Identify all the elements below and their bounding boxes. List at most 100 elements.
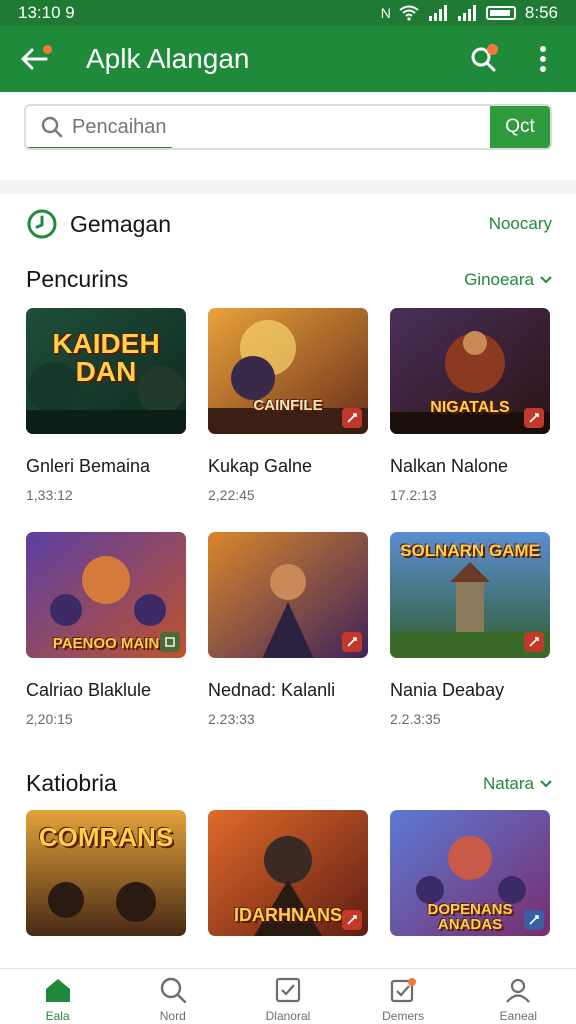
game-tag-badge: [524, 408, 544, 428]
game-tag-badge: [524, 632, 544, 652]
nfc-icon: N: [380, 5, 391, 21]
game-grid-row1: KAIDEH DAN Gnleri Bemaina 1,33:12 CAINFI…: [26, 308, 576, 503]
game-card[interactable]: Nednad: Kalanli 2.23:33: [208, 532, 368, 727]
content-card: Gemagan Noocary Pencurins Ginoeara KAIDE…: [0, 194, 576, 968]
nav-item-home[interactable]: Eala: [18, 977, 98, 1023]
game-tag-badge: [160, 632, 180, 652]
game-name: Calriao Blaklule: [26, 680, 152, 700]
search-input[interactable]: [72, 115, 490, 139]
signal-icon-2: [457, 5, 476, 21]
search-icon: [160, 977, 186, 1003]
map-icon: [165, 637, 175, 647]
more-menu-button[interactable]: [526, 42, 560, 76]
nav-label: Nord: [159, 1009, 186, 1023]
section-link[interactable]: Ginoeara: [464, 270, 552, 290]
game-card[interactable]: PAENOO MAIN Calriao Blaklule 2,20:15: [26, 532, 186, 727]
status-bar: 13:10 9 N 8:56: [0, 0, 576, 26]
game-name: Gnleri Bemaina: [26, 456, 151, 476]
game-thumbnail: PAENOO MAIN: [26, 532, 186, 658]
clock-icon: [27, 209, 57, 239]
app-title: Aplk Alangan: [86, 43, 250, 74]
game-name: Nalkan Nalone: [390, 456, 509, 476]
game-card[interactable]: COMRANS: [26, 810, 186, 936]
game-card[interactable]: NIGATALS Nalkan Nalone 17.2:13: [390, 308, 550, 503]
game-art-title: NIGATALS: [430, 399, 510, 416]
game-thumbnail: CAINFILE: [208, 308, 368, 434]
search-focus-underline: [26, 147, 172, 148]
section-link[interactable]: Natara: [483, 774, 552, 794]
search-badge: [487, 44, 498, 55]
signal-icon: [428, 5, 447, 21]
game-name: Nednad: Kalanli: [208, 680, 336, 700]
sword-icon: [529, 413, 539, 423]
nav-item-tasks[interactable]: Demers: [363, 977, 443, 1023]
game-thumbnail: KAIDEH DAN: [26, 308, 186, 434]
home-icon: [45, 979, 70, 1002]
game-name: Kukap Galne: [208, 456, 313, 476]
game-art-title: IDARHNANS: [234, 905, 342, 925]
back-button[interactable]: [16, 41, 52, 77]
game-art-title: PAENOO MAIN: [52, 635, 160, 652]
nav-item-search[interactable]: Nord: [133, 977, 213, 1023]
header-link[interactable]: Noocary: [489, 214, 552, 234]
game-art-title: KAIDEH DAN: [52, 328, 160, 387]
game-grid-row2: PAENOO MAIN Calriao Blaklule 2,20:15 Ned…: [26, 532, 576, 727]
search-box: Qct: [24, 104, 552, 150]
game-tag-badge: [342, 910, 362, 930]
game-thumbnail: COMRANS: [26, 810, 186, 936]
search-submit-button[interactable]: Qct: [490, 106, 550, 148]
game-tag-badge: [342, 632, 362, 652]
search-field-icon: [41, 116, 63, 138]
game-card[interactable]: KAIDEH DAN Gnleri Bemaina 1,33:12: [26, 308, 186, 503]
nav-label: Demers: [382, 1009, 425, 1023]
game-thumbnail: NIGATALS: [390, 308, 550, 434]
game-meta: 2,20:15: [26, 711, 73, 727]
bottom-navigation: Eala Nord Dlanoral Demers Eaneal: [0, 968, 576, 1024]
notification-dot: [43, 45, 52, 54]
search-area: Qct: [0, 92, 576, 180]
game-meta: 2.2.3:35: [390, 711, 441, 727]
game-art-title: SOLNARN GAME: [400, 541, 540, 560]
status-clock: 8:56: [524, 3, 558, 22]
profile-icon: [506, 978, 531, 1003]
nav-item-profile[interactable]: Eaneal: [478, 977, 558, 1023]
game-thumbnail: SOLNARN GAME: [390, 532, 550, 658]
nav-item-checklist[interactable]: Dlanoral: [248, 977, 328, 1023]
battery-icon: [485, 6, 516, 20]
game-card[interactable]: SOLNARN GAME Nania Deabay 2.2.3:35: [390, 532, 550, 727]
game-tag-badge: [524, 910, 544, 930]
section-title: Katiobria: [26, 770, 117, 796]
wifi-icon: [399, 5, 419, 21]
game-thumbnail: [208, 532, 368, 658]
game-thumbnail: IDARHNANS: [208, 810, 368, 936]
chevron-down-icon: [540, 275, 552, 283]
sword-icon: [347, 915, 357, 925]
header-title: Gemagan: [70, 210, 172, 237]
nav-label: Dlanoral: [265, 1009, 311, 1023]
section-header-katiobria: Katiobria Natara: [26, 770, 552, 797]
game-meta: 2.23:33: [208, 711, 255, 727]
more-vert-icon: [540, 46, 546, 72]
status-time: 13:10 9: [18, 3, 75, 22]
game-art-title: DOPENANS ANADAS: [427, 901, 513, 933]
checklist-icon: [275, 977, 301, 1003]
sword-icon: [347, 637, 357, 647]
game-meta: 1,33:12: [26, 487, 73, 503]
nav-label: Eaneal: [499, 1009, 538, 1023]
game-grid-row3: COMRANS IDARHNANS DOPENANS ANADAS: [26, 810, 576, 936]
game-card[interactable]: DOPENANS ANADAS: [390, 810, 550, 936]
nav-label: Eala: [45, 1009, 70, 1023]
tasks-icon: [391, 978, 417, 1003]
game-card[interactable]: IDARHNANS: [208, 810, 368, 936]
game-card[interactable]: CAINFILE Kukap Galne 2,22:45: [208, 308, 368, 503]
game-meta: 17.2:13: [390, 487, 437, 503]
sword-icon: [529, 915, 539, 925]
game-art-title: COMRANS: [38, 822, 174, 852]
header-row: Gemagan Noocary: [26, 208, 552, 240]
search-action-button[interactable]: [466, 42, 500, 76]
sword-icon: [347, 413, 357, 423]
section-title: Pencurins: [26, 266, 129, 292]
game-art-title: CAINFILE: [253, 397, 323, 414]
sword-icon: [529, 637, 539, 647]
chevron-down-icon: [540, 779, 552, 787]
